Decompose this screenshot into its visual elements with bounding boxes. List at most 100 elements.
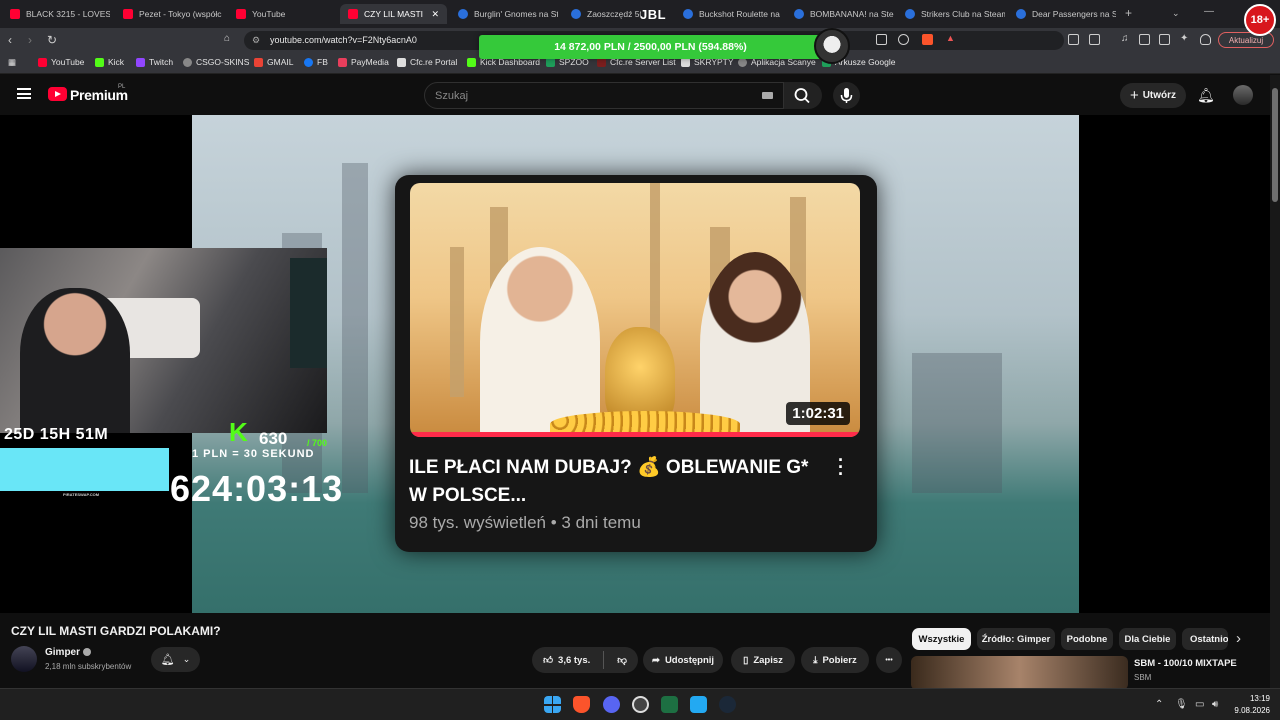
vpn-shield-icon[interactable] <box>1200 34 1211 45</box>
vscode-icon[interactable] <box>690 696 707 713</box>
apps-grid-icon[interactable]: ▦ <box>8 57 16 68</box>
channel-name[interactable]: Gimper <box>45 647 92 658</box>
countdown-timer: 25D 15H 51M <box>4 426 109 443</box>
voice-search-button[interactable] <box>833 82 860 109</box>
youtube-icon <box>38 57 47 67</box>
obs-icon[interactable] <box>632 696 649 713</box>
tab[interactable]: Dear Passengers na St <box>1008 4 1116 24</box>
brave-rewards-icon[interactable]: ▲ <box>946 33 955 43</box>
notifications-icon[interactable]: 🔔︎ <box>1197 87 1215 104</box>
update-label: Aktualizuj <box>1228 35 1264 45</box>
share-icon[interactable] <box>898 34 909 45</box>
share-button[interactable]: ➦ Udostępnij <box>643 647 723 673</box>
user-avatar[interactable] <box>1233 85 1253 105</box>
chip-source[interactable]: Źródło: Gimper <box>977 628 1055 650</box>
bookmark-csgo-skins[interactable]: CSGO-SKINS <box>183 57 249 67</box>
chip-all[interactable]: Wszystkie <box>912 628 971 650</box>
tab[interactable]: Zaoszczędź 50% <box>563 4 641 24</box>
bookmark-kick[interactable]: Kick <box>95 57 124 67</box>
chip-for-you[interactable]: Dla Ciebie <box>1119 628 1176 650</box>
save-button[interactable]: ▯ Zapisz <box>731 647 795 673</box>
youtube-logo-icon[interactable] <box>48 87 67 101</box>
forward-icon[interactable]: › <box>28 33 32 47</box>
wallet-card-icon[interactable] <box>1159 34 1170 45</box>
channel-name-text: Gimper <box>45 647 81 658</box>
recommended-thumbnail[interactable] <box>911 656 1128 690</box>
create-button[interactable]: + Utwórz <box>1120 83 1186 108</box>
youtube-icon <box>348 9 358 19</box>
wallet-icon[interactable] <box>1089 34 1100 45</box>
subscription-bell-button[interactable]: 🔔︎ ⌄ <box>151 647 200 672</box>
more-options-icon[interactable]: · · · <box>838 451 844 483</box>
monitor <box>290 258 327 368</box>
video-thumbnail[interactable]: 1:02:31 <box>410 183 860 437</box>
steam-icon[interactable] <box>719 696 736 713</box>
reload-icon[interactable]: ↻ <box>47 33 57 47</box>
download-button[interactable]: ⤓ Pobierz <box>801 647 869 673</box>
clock-time[interactable]: 13:19 <box>1240 694 1270 703</box>
tab-list-chevron-icon[interactable]: ⌄ <box>1172 8 1180 19</box>
balance-text: 14 872,00 PLN / 2500,00 PLN (594.88%) <box>554 41 747 53</box>
site-info-icon[interactable]: ⚙ <box>252 35 260 46</box>
close-tab-icon[interactable]: ✕ <box>431 9 439 20</box>
sponsor-text: PIRATESWAP.COM <box>63 492 100 497</box>
clock-date[interactable]: 9.08.2026 <box>1232 706 1270 715</box>
brave-browser-icon[interactable] <box>573 696 590 713</box>
chevron-up-icon[interactable]: ⌃ <box>1155 699 1163 710</box>
network-icon[interactable]: ▭ <box>1195 699 1204 710</box>
globe-icon <box>183 57 192 67</box>
like-button[interactable]: 👍︎ 3,6 tys. <box>543 654 590 667</box>
brave-shields-icon[interactable] <box>922 34 933 45</box>
thumbs-up-icon: 👍︎ <box>543 655 554 666</box>
download-icon: ⤓ <box>813 654 818 666</box>
chip-similar[interactable]: Podobne <box>1061 628 1113 650</box>
channel-avatar[interactable] <box>11 646 37 672</box>
ai-icon[interactable]: ✦ <box>1180 33 1188 44</box>
discord-icon[interactable] <box>603 696 620 713</box>
tab[interactable]: Pezet - Tokyo (współc <box>115 4 223 24</box>
scrollbar-thumb[interactable] <box>1272 88 1278 202</box>
tab[interactable]: BOMBANANA! na Ste <box>786 4 894 24</box>
menu-icon[interactable] <box>17 88 31 99</box>
volume-icon[interactable]: 🔊︎ <box>1212 699 1218 710</box>
keyboard-icon[interactable] <box>762 92 773 99</box>
chip-label: Dla Ciebie <box>1124 633 1171 645</box>
minimize-icon[interactable]: — <box>1204 6 1214 17</box>
new-tab-button[interactable]: + <box>1125 6 1132 20</box>
windows-start-icon[interactable] <box>544 696 561 713</box>
bookmark-icon[interactable]: ⌂ <box>224 33 230 44</box>
tab-active[interactable]: CZY LIL MASTI ✕ <box>340 4 447 24</box>
bookmark-fb[interactable]: FB <box>304 57 328 67</box>
search-button[interactable] <box>784 82 822 109</box>
chip-label: Wszystkie <box>918 633 965 645</box>
tab[interactable]: Buckshot Roulette na <box>675 4 783 24</box>
back-icon[interactable]: ‹ <box>8 33 12 47</box>
recommended-title[interactable]: SBM - 100/10 MIXTAPE <box>1134 658 1237 669</box>
tab[interactable]: YouTube <box>228 4 336 24</box>
microphone-icon[interactable]: 🎙︎ <box>1175 699 1188 710</box>
steam-icon <box>458 9 468 19</box>
tab[interactable]: Burglin' Gnomes na St <box>450 4 558 24</box>
more-actions-button[interactable]: ••• <box>876 647 902 673</box>
kick-icon <box>467 57 476 67</box>
tab[interactable]: Strikers Club na Steam <box>897 4 1005 24</box>
cast-icon[interactable] <box>876 34 887 45</box>
excel-icon[interactable] <box>661 696 678 713</box>
bookmark-twitch[interactable]: Twitch <box>136 57 173 67</box>
search-input[interactable]: Szukaj <box>424 82 784 109</box>
chevron-right-icon[interactable]: › <box>1236 630 1241 647</box>
search-placeholder: Szukaj <box>435 90 469 102</box>
bookmark-gmail[interactable]: GMAIL <box>254 57 293 67</box>
subscriber-count: 2,18 mln subskrybentów <box>45 662 132 671</box>
bookmark-youtube[interactable]: YouTube <box>38 57 84 67</box>
extensions-icon[interactable] <box>1068 34 1079 45</box>
end-card-title[interactable]: ILE PŁACI NAM DUBAJ? 💰 OBLEWANIE G* W PO… <box>409 454 829 510</box>
chip-recent[interactable]: Ostatnio <box>1182 628 1228 650</box>
media-icon[interactable]: ♫ <box>1121 33 1129 44</box>
recommended-channel[interactable]: SBM <box>1134 673 1151 682</box>
dislike-button[interactable]: 👎︎ <box>617 654 627 666</box>
bookmark-cfc-portal[interactable]: Cfc.re Portal <box>397 57 457 67</box>
bookmark-paymedia[interactable]: PayMedia <box>338 57 389 67</box>
sidebar-icon[interactable] <box>1139 34 1150 45</box>
tab[interactable]: BLACK 3215 - LOVEST <box>2 4 110 24</box>
